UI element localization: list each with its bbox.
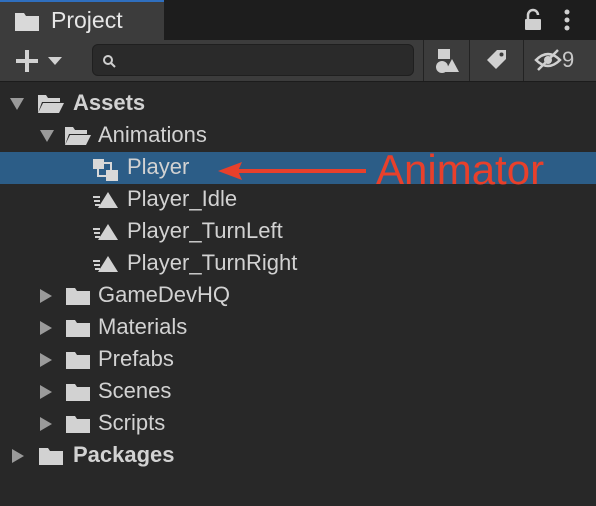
annotation-label: Animator bbox=[376, 146, 545, 193]
search-field[interactable] bbox=[92, 44, 414, 76]
animation-clip-icon bbox=[93, 224, 118, 240]
expand-arrow-icon[interactable] bbox=[12, 449, 24, 463]
folder-open-icon bbox=[38, 95, 64, 113]
more-options-icon[interactable] bbox=[562, 8, 572, 32]
tab-title: Project bbox=[51, 7, 123, 33]
tree-item-label: Packages bbox=[73, 442, 175, 467]
tree-item-label: Scenes bbox=[98, 378, 172, 403]
tree-item-label: GameDevHQ bbox=[98, 282, 231, 307]
create-button[interactable] bbox=[8, 46, 68, 76]
tree-item-label: Player bbox=[127, 154, 190, 179]
folder-icon bbox=[66, 352, 90, 369]
tag-icon bbox=[487, 50, 506, 69]
folder-icon bbox=[66, 320, 90, 337]
search-icon bbox=[103, 55, 116, 68]
tree-item-label: Animations bbox=[98, 122, 207, 147]
tree-item-label: Player_TurnLeft bbox=[127, 218, 283, 243]
animator-controller-icon bbox=[93, 159, 118, 181]
lock-icon[interactable] bbox=[523, 8, 543, 32]
folder-icon bbox=[39, 448, 63, 465]
folder-open-icon bbox=[65, 127, 91, 145]
folder-icon bbox=[66, 288, 90, 305]
expand-arrow-icon[interactable] bbox=[40, 417, 52, 431]
folder-icon bbox=[66, 384, 90, 401]
tab-bar: Project bbox=[0, 0, 596, 40]
search-input[interactable] bbox=[123, 49, 407, 73]
annotation-arrow-icon bbox=[218, 162, 366, 180]
tree-item-scripts[interactable]: Scripts bbox=[0, 408, 596, 440]
folder-icon bbox=[15, 13, 39, 31]
toolbar: 9 bbox=[0, 40, 596, 82]
animation-clip-icon bbox=[93, 256, 118, 272]
tree-item-assets[interactable]: Assets bbox=[0, 88, 596, 120]
folder-icon bbox=[66, 416, 90, 433]
tree-item-packages[interactable]: Packages bbox=[0, 440, 596, 472]
tree-item-scenes[interactable]: Scenes bbox=[0, 376, 596, 408]
expand-arrow-icon[interactable] bbox=[40, 353, 52, 367]
hidden-count: 9 bbox=[562, 47, 575, 72]
tree-item-label: Materials bbox=[98, 314, 188, 339]
eye-slash-icon bbox=[534, 49, 562, 71]
tab-project[interactable]: Project bbox=[0, 0, 164, 40]
search-by-type-button[interactable] bbox=[423, 40, 469, 81]
expand-arrow-icon[interactable] bbox=[40, 321, 52, 335]
tree-item-label: Prefabs bbox=[98, 346, 174, 371]
tree-item-player-turnright[interactable]: Player_TurnRight bbox=[0, 248, 596, 280]
tree-item-player-turnleft[interactable]: Player_TurnLeft bbox=[0, 216, 596, 248]
expand-arrow-icon[interactable] bbox=[40, 130, 54, 142]
expand-arrow-icon[interactable] bbox=[40, 289, 52, 303]
animation-clip-icon bbox=[93, 192, 118, 208]
hidden-packages-toggle[interactable]: 9 bbox=[523, 40, 596, 81]
search-by-label-button[interactable] bbox=[469, 40, 523, 81]
tree-item-gamedevhq[interactable]: GameDevHQ bbox=[0, 280, 596, 312]
tree-item-label: Player_Idle bbox=[127, 186, 238, 211]
tree-item-label: Player_TurnRight bbox=[127, 250, 298, 275]
expand-arrow-icon[interactable] bbox=[10, 98, 24, 110]
expand-arrow-icon[interactable] bbox=[40, 385, 52, 399]
tree-item-label: Scripts bbox=[98, 410, 166, 435]
tree-item-prefabs[interactable]: Prefabs bbox=[0, 344, 596, 376]
tree-item-label: Assets bbox=[73, 90, 146, 115]
shapes-icon bbox=[436, 49, 459, 73]
tree-item-materials[interactable]: Materials bbox=[0, 312, 596, 344]
